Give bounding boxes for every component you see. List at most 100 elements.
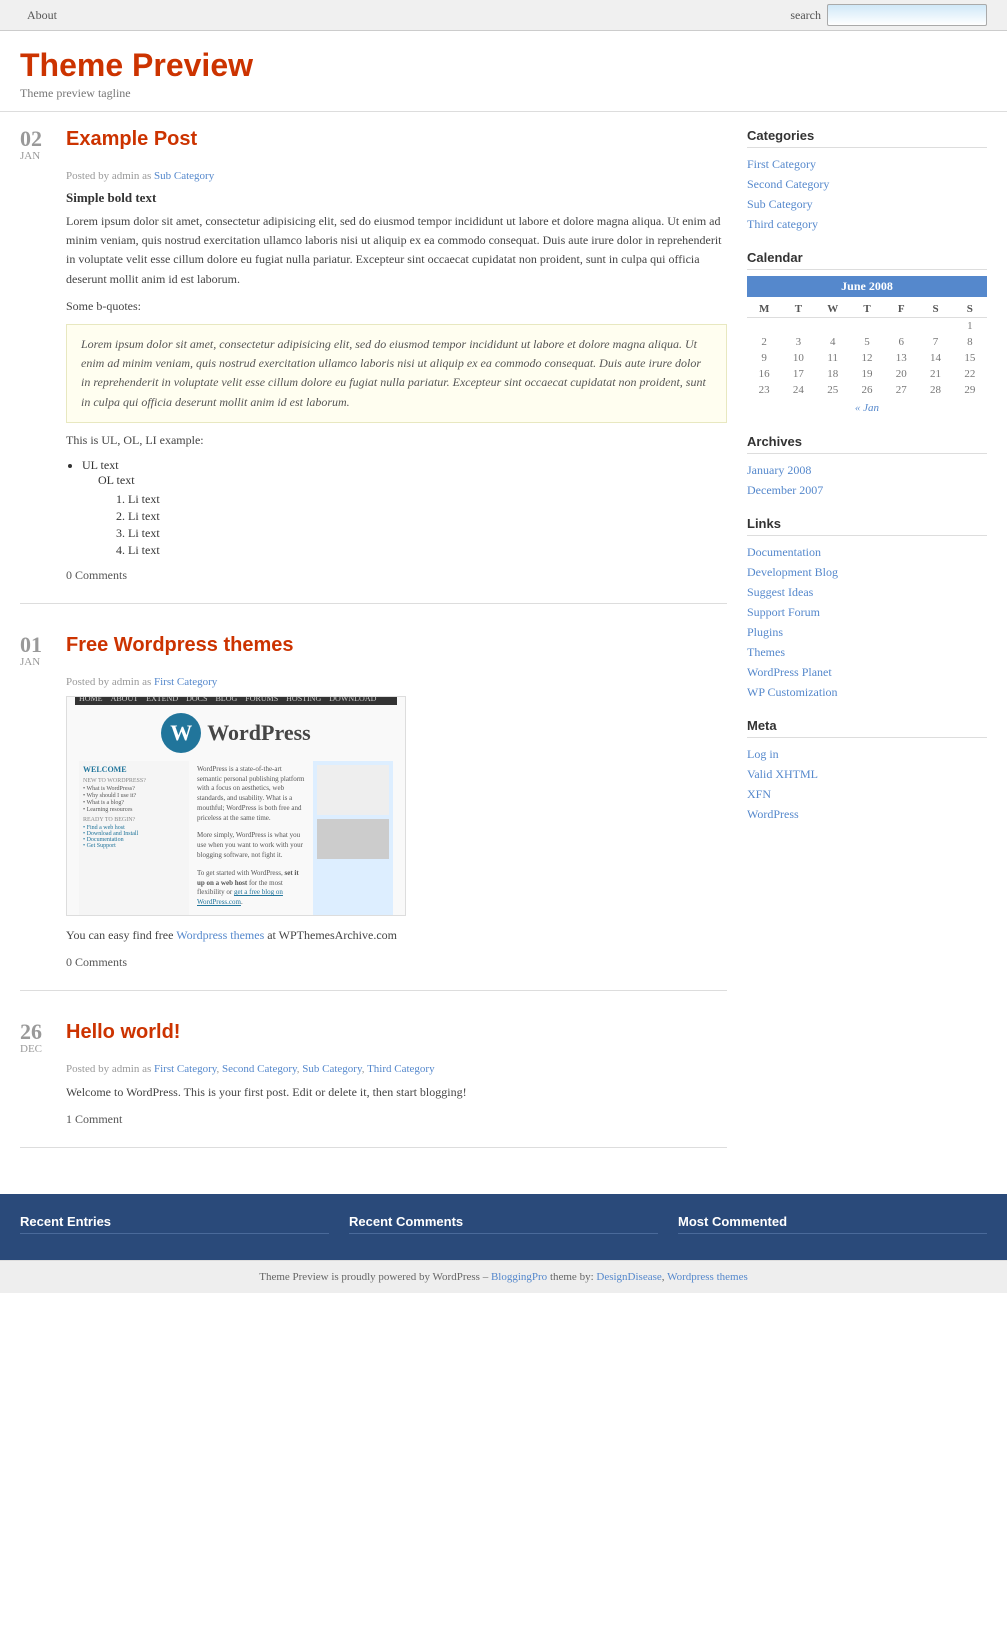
post-body: HOME ABOUT EXTEND DOCS BLOG FORUMS HOSTI… [66,696,727,945]
list-item: December 2007 [747,480,987,500]
sidebar-meta: Meta Log in Valid XHTML XFN WordPress [747,718,987,824]
meta-link[interactable]: WordPress [747,807,799,821]
page-wrapper: 02 JAN Example Post Posted by admin as S… [0,112,1007,1194]
post-header: 02 JAN Example Post [20,128,727,166]
post-category-link[interactable]: Sub Category [154,170,214,182]
ext-link[interactable]: Themes [747,645,785,659]
footer-blogging-pro-link[interactable]: BloggingPro [491,1271,547,1283]
post-day: 01 [20,634,42,656]
list-item: Support Forum [747,602,987,622]
category-link[interactable]: Second Category [747,177,829,191]
list-item: WordPress Planet [747,662,987,682]
ul-list: UL text OL text Li text Li text Li text … [82,458,727,558]
calendar-title: Calendar [747,250,987,270]
footer-design-disease-link[interactable]: DesignDisease [596,1271,661,1283]
list-item: WP Customization [747,682,987,702]
footer-text2: theme by: [550,1271,594,1283]
comments-count: 0 [66,955,72,969]
post-meta: Posted by admin as Sub Category [66,170,727,182]
wp-screenshot: HOME ABOUT EXTEND DOCS BLOG FORUMS HOSTI… [66,696,406,916]
post-body: Welcome to WordPress. This is your first… [66,1083,727,1102]
cal-cell: 11 [816,350,850,366]
cal-cell: 13 [884,350,918,366]
cal-header: M [747,301,781,318]
cal-header: S [953,301,987,318]
ext-link[interactable]: WP Customization [747,685,838,699]
post-month: JAN [20,150,40,162]
post-category-link[interactable]: First Category [154,1063,217,1075]
categories-title: Categories [747,128,987,148]
post-category-link[interactable]: Second Category [222,1063,297,1075]
post-day: 26 [20,1021,42,1043]
post-category-link[interactable]: First Category [154,676,217,688]
cal-cell: 17 [781,366,815,382]
comments-anchor[interactable]: 0 Comments [66,568,127,582]
cal-header: T [781,301,815,318]
post-category-link[interactable]: Third Category [367,1063,435,1075]
footer-wp-themes-link[interactable]: Wordpress themes [667,1271,748,1283]
cal-cell: 4 [816,334,850,350]
list-item: Third category [747,214,987,234]
cal-prev-link[interactable]: « Jan [855,402,879,414]
post-body: Simple bold text Lorem ipsum dolor sit a… [66,190,727,558]
ext-link[interactable]: Suggest Ideas [747,585,813,599]
ext-link[interactable]: WordPress Planet [747,665,832,679]
list-item: Plugins [747,622,987,642]
cal-cell: 20 [884,366,918,382]
ext-link[interactable]: Development Blog [747,565,838,579]
cal-cell: 6 [884,334,918,350]
post-title[interactable]: Hello world! [66,1021,180,1044]
sidebar-links: Links Documentation Development Blog Sug… [747,516,987,702]
calendar-table: June 2008 M T W T F S S [747,276,987,418]
comments-anchor[interactable]: 0 Comments [66,955,127,969]
cal-cell [918,318,952,335]
post-category-link[interactable]: Sub Category [302,1063,361,1075]
bquote-label: Some b-quotes: [66,297,727,316]
post-title[interactable]: Free Wordpress themes [66,634,294,657]
post-header: 26 DEC Hello world! [20,1021,727,1059]
category-link[interactable]: Sub Category [747,197,813,211]
cal-cell: 29 [953,382,987,398]
meta-link[interactable]: XFN [747,787,771,801]
footer-col-title: Recent Entries [20,1214,329,1234]
sidebar: Categories First Category Second Categor… [747,128,987,1178]
meta-link[interactable]: Valid XHTML [747,767,818,781]
cal-cell: 14 [918,350,952,366]
post-header: 01 JAN Free Wordpress themes [20,634,727,672]
cal-cell: 10 [781,350,815,366]
links-title: Links [747,516,987,536]
cal-cell [781,318,815,335]
ext-link[interactable]: Support Forum [747,605,820,619]
ext-link[interactable]: Documentation [747,545,821,559]
post-title[interactable]: Example Post [66,128,197,151]
comments-anchor[interactable]: 1 Comment [66,1112,122,1126]
archive-link[interactable]: January 2008 [747,463,811,477]
category-link[interactable]: Third category [747,217,818,231]
post-bold-heading: Simple bold text [66,190,727,206]
list-item: XFN [747,784,987,804]
post-hello-world: 26 DEC Hello world! Posted by admin as F… [20,1021,727,1148]
search-label: search [790,8,821,23]
search-area: search [790,4,987,26]
cal-cell: 9 [747,350,781,366]
cal-cell: 16 [747,366,781,382]
cal-cell: 2 [747,334,781,350]
post-meta-text: Posted by admin as [66,676,151,688]
about-link[interactable]: About [20,5,64,25]
search-input[interactable] [827,4,987,26]
cal-cell: 27 [884,382,918,398]
post-date: 01 JAN [20,634,56,668]
cal-cell [850,318,884,335]
meta-link[interactable]: Log in [747,747,779,761]
footer-bottom: Theme Preview is proudly powered by Word… [0,1260,1007,1293]
post-date: 26 DEC [20,1021,56,1055]
post-date-block: 01 JAN [20,634,56,672]
category-link[interactable]: First Category [747,157,816,171]
ext-link[interactable]: Plugins [747,625,783,639]
free-themes-link[interactable]: Wordpress themes [176,928,264,942]
list-item: Second Category [747,174,987,194]
ol-list: Li text Li text Li text Li text [128,492,727,558]
archive-link[interactable]: December 2007 [747,483,823,497]
post-date-block: 26 DEC [20,1021,56,1059]
nav-links: About [20,7,64,23]
